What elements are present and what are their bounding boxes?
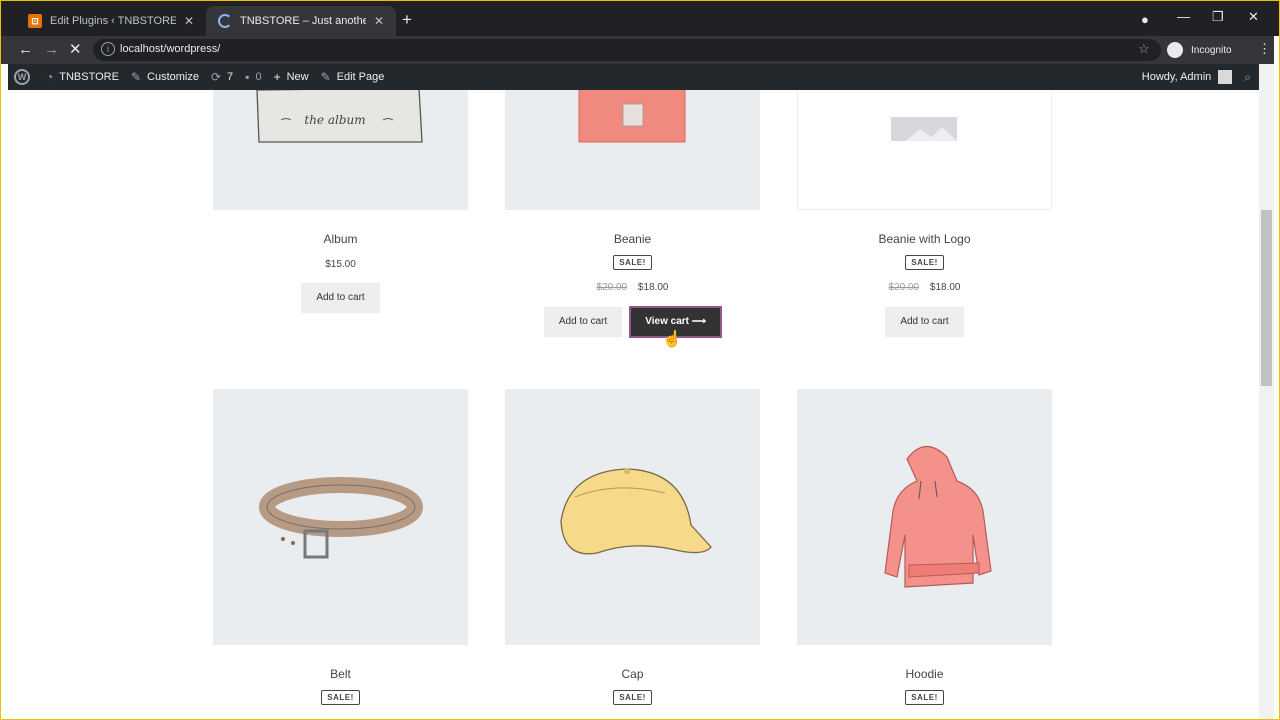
wp-logo-menu[interactable]: W — [8, 64, 40, 90]
product-card-cap: Cap SALE! — [505, 389, 760, 705]
site-name-menu[interactable]: ◔ TNBSTORE — [40, 64, 125, 90]
cap-icon — [560, 468, 712, 555]
close-icon[interactable]: ✕ — [374, 14, 384, 28]
edit-page-link[interactable]: ✎ Edit Page — [315, 64, 391, 90]
product-card-belt: Belt SALE! — [213, 389, 468, 705]
comments-link[interactable]: ▪ 0 — [239, 64, 267, 90]
product-price: $15.00 — [213, 259, 468, 270]
minimize-icon[interactable]: — — [1177, 9, 1190, 24]
product-name[interactable]: Hoodie — [797, 667, 1052, 681]
product-image[interactable] — [505, 90, 760, 210]
bookmark-star-icon[interactable]: ☆ — [1138, 41, 1150, 57]
back-arrow-icon[interactable]: ← — [18, 40, 33, 60]
close-window-icon[interactable]: ✕ — [1248, 9, 1259, 25]
pencil-icon: ✎ — [320, 70, 331, 84]
product-card-beanie: Beanie SALE! $20.00 $18.00 Add to cart V… — [505, 90, 760, 338]
wordpress-logo-icon: W — [14, 69, 30, 85]
updates-icon: ⟳ — [210, 70, 222, 84]
product-card-album: the album Album $15.00 Add to cart — [213, 90, 468, 313]
account-menu[interactable]: Howdy, Admin — [1136, 64, 1233, 90]
price-current: $18.00 — [637, 282, 669, 293]
product-price: $20.00 $18.00 — [505, 282, 760, 293]
product-name[interactable]: Album — [213, 232, 468, 246]
product-name[interactable]: Belt — [213, 667, 468, 681]
forward-arrow-icon[interactable]: → — [44, 40, 59, 60]
menu-kebab-icon[interactable]: ⋮ — [1258, 41, 1271, 57]
plus-icon: + — [273, 70, 281, 84]
product-image[interactable]: the album — [213, 90, 468, 210]
incognito-icon — [1167, 42, 1183, 58]
updates-link[interactable]: ⟳ 7 — [205, 64, 239, 90]
greeting: Howdy, Admin — [1141, 71, 1212, 83]
sale-badge: SALE! — [321, 690, 360, 705]
customize-link[interactable]: ✎ Customize — [125, 64, 205, 90]
mouse-pointer-icon: ☝ — [662, 331, 682, 348]
product-price: $20.00 $18.00 — [797, 282, 1052, 293]
new-content-menu[interactable]: + New — [268, 64, 315, 90]
product-name[interactable]: Beanie — [505, 232, 760, 246]
updates-count: 7 — [227, 71, 234, 83]
media-control-icon[interactable]: ● — [1141, 12, 1149, 27]
wp-admin-bar: W ◔ TNBSTORE ✎ Customize ⟳ 7 ▪ 0 + New ✎… — [8, 64, 1259, 90]
info-icon[interactable]: i — [101, 42, 115, 56]
customize-label: Customize — [147, 71, 199, 83]
tab-title: TNBSTORE – Just another WordP — [240, 15, 366, 27]
site-name: TNBSTORE — [59, 71, 119, 83]
sale-badge: SALE! — [905, 255, 944, 270]
product-image[interactable] — [213, 389, 468, 645]
wordpress-favicon-icon: ⊡ — [28, 14, 42, 28]
product-image[interactable] — [797, 90, 1052, 210]
add-to-cart-button[interactable]: Add to cart — [885, 307, 964, 337]
shop-content: the album Album $15.00 Add to cart Beani… — [8, 90, 1259, 720]
price-old: $20.00 — [888, 282, 920, 293]
dashboard-icon: ◔ — [46, 70, 54, 84]
stop-loading-icon[interactable]: ✕ — [69, 40, 82, 60]
incognito-indicator[interactable]: Incognito — [1167, 39, 1239, 61]
comment-icon: ▪ — [245, 70, 250, 84]
edit-page-label: Edit Page — [336, 71, 385, 83]
price-old: $20.00 — [596, 282, 628, 293]
belt-icon — [259, 477, 423, 559]
page-scrollbar[interactable] — [1259, 64, 1274, 720]
album-text: the album — [304, 113, 365, 127]
search-icon[interactable]: ⌕ — [1244, 70, 1251, 85]
beanie-icon — [578, 90, 686, 143]
add-to-cart-button[interactable]: Add to cart — [301, 283, 380, 313]
product-card-hoodie: Hoodie SALE! — [797, 389, 1052, 705]
incognito-label: Incognito — [1191, 44, 1232, 56]
tab-title: Edit Plugins ‹ TNBSTORE — Word — [50, 15, 176, 27]
tab-edit-plugins[interactable]: ⊡ Edit Plugins ‹ TNBSTORE — Word ✕ — [16, 6, 206, 36]
placeholder-image-icon — [891, 117, 957, 141]
price-current: $15.00 — [325, 259, 356, 270]
avatar — [1218, 70, 1233, 84]
sale-badge: SALE! — [905, 690, 944, 705]
scrollbar-thumb[interactable] — [1261, 210, 1272, 386]
product-image[interactable] — [797, 389, 1052, 645]
restore-icon[interactable]: ❐ — [1212, 9, 1224, 25]
product-image[interactable] — [505, 389, 760, 645]
sale-badge: SALE! — [613, 255, 652, 270]
address-bar[interactable]: i localhost/wordpress/ — [93, 39, 1161, 61]
tab-tnbstore[interactable]: TNBSTORE – Just another WordP ✕ — [206, 6, 396, 36]
close-icon[interactable]: ✕ — [184, 14, 194, 28]
price-current: $18.00 — [929, 282, 961, 293]
sale-badge: SALE! — [613, 690, 652, 705]
product-card-beanie-with-logo: Beanie with Logo SALE! $20.00 $18.00 Add… — [797, 90, 1052, 337]
product-name[interactable]: Beanie with Logo — [797, 232, 1052, 246]
album-icon: the album — [256, 90, 423, 143]
hoodie-icon — [884, 445, 992, 588]
comments-count: 0 — [255, 71, 262, 83]
loading-spinner-icon — [218, 14, 232, 28]
product-name[interactable]: Cap — [505, 667, 760, 681]
view-cart-label: View cart — [645, 316, 689, 327]
url-text: localhost/wordpress/ — [120, 43, 221, 55]
browser-toolbar: ← → ✕ i localhost/wordpress/ ☆ Incognito… — [0, 36, 1280, 64]
brush-icon: ✎ — [130, 70, 142, 84]
new-tab-button[interactable]: + — [402, 11, 412, 28]
browser-tabstrip: ⊡ Edit Plugins ‹ TNBSTORE — Word ✕ TNBST… — [0, 0, 1280, 36]
new-label: New — [286, 71, 309, 83]
add-to-cart-button[interactable]: Add to cart — [543, 307, 623, 337]
window-edge — [1274, 36, 1280, 720]
arrow-right-icon: ⟶ — [691, 316, 707, 327]
